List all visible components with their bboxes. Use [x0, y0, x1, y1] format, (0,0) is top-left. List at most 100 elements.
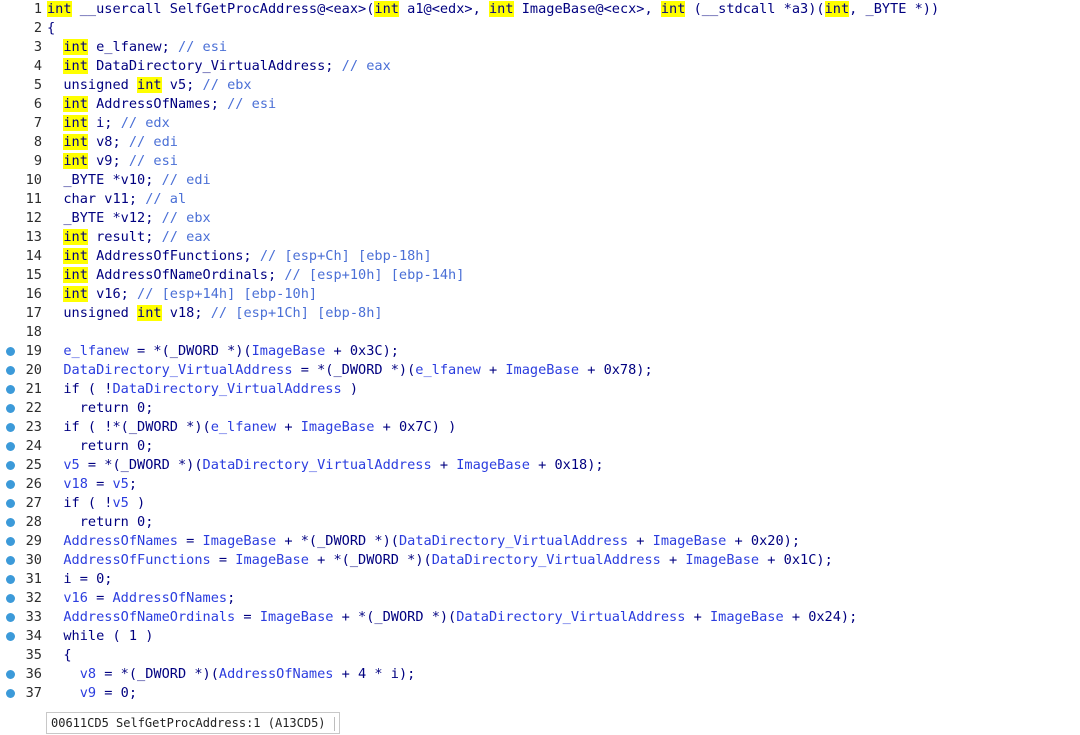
code-line[interactable]: 9 int v9; // esi	[0, 152, 1080, 171]
code-variable: AddressOfNames	[63, 533, 178, 549]
line-number: 32	[25, 590, 42, 606]
code-line[interactable]: 22 return 0;	[0, 399, 1080, 418]
code-text[interactable]: int AddressOfNameOrdinals; // [esp+10h] …	[47, 266, 1080, 285]
code-text[interactable]: int v8; // edi	[47, 133, 1080, 152]
code-token: + 4 * i);	[333, 666, 416, 682]
code-line[interactable]: 15 int AddressOfNameOrdinals; // [esp+10…	[0, 266, 1080, 285]
code-line[interactable]: 36 v8 = *(_DWORD *)(AddressOfNames + 4 *…	[0, 665, 1080, 684]
line-number: 3	[33, 39, 42, 55]
code-text[interactable]: int e_lfanew; // esi	[47, 38, 1080, 57]
code-line[interactable]: 7 int i; // edx	[0, 114, 1080, 133]
code-line[interactable]: 19 e_lfanew = *(_DWORD *)(ImageBase + 0x…	[0, 342, 1080, 361]
code-text[interactable]: int AddressOfNames; // esi	[47, 95, 1080, 114]
code-text[interactable]: int v16; // [esp+14h] [ebp-10h]	[47, 285, 1080, 304]
code-line[interactable]: 5 unsigned int v5; // ebx	[0, 76, 1080, 95]
code-line[interactable]: 11 char v11; // al	[0, 190, 1080, 209]
code-line[interactable]: 32 v16 = AddressOfNames;	[0, 589, 1080, 608]
code-line[interactable]: 34 while ( 1 )	[0, 627, 1080, 646]
code-token: )	[128, 495, 146, 511]
code-text[interactable]: v8 = *(_DWORD *)(AddressOfNames + 4 * i)…	[47, 665, 1080, 684]
code-line[interactable]: 16 int v16; // [esp+14h] [ebp-10h]	[0, 285, 1080, 304]
code-text[interactable]: {	[47, 646, 1080, 665]
code-comment: // esi	[177, 39, 228, 55]
code-text[interactable]: e_lfanew = *(_DWORD *)(ImageBase + 0x3C)…	[47, 342, 1080, 361]
pseudocode-view[interactable]: 1 int __usercall SelfGetProcAddress@<eax>…	[0, 0, 1080, 710]
code-line[interactable]: 3 int e_lfanew; // esi	[0, 38, 1080, 57]
code-text[interactable]: int i; // edx	[47, 114, 1080, 133]
code-text[interactable]: unsigned int v5; // ebx	[47, 76, 1080, 95]
code-line[interactable]: 12 _BYTE *v12; // ebx	[0, 209, 1080, 228]
code-token: while ( 1 )	[47, 628, 154, 644]
code-line[interactable]: 28 return 0;	[0, 513, 1080, 532]
code-token: + *(_DWORD *)(	[276, 533, 399, 549]
code-line[interactable]: 31 i = 0;	[0, 570, 1080, 589]
code-line[interactable]: 33 AddressOfNameOrdinals = ImageBase + *…	[0, 608, 1080, 627]
code-text[interactable]: int __usercall SelfGetProcAddress@<eax>(…	[47, 0, 1080, 19]
code-line[interactable]: 35 {	[0, 646, 1080, 665]
code-line[interactable]: 20 DataDirectory_VirtualAddress = *(_DWO…	[0, 361, 1080, 380]
code-line[interactable]: 25 v5 = *(_DWORD *)(DataDirectory_Virtua…	[0, 456, 1080, 475]
code-text[interactable]: int DataDirectory_VirtualAddress; // eax	[47, 57, 1080, 76]
code-text[interactable]: int v9; // esi	[47, 152, 1080, 171]
code-line[interactable]: 24 return 0;	[0, 437, 1080, 456]
code-text[interactable]: AddressOfFunctions = ImageBase + *(_DWOR…	[47, 551, 1080, 570]
line-number: 4	[33, 58, 42, 74]
code-text[interactable]: AddressOfNames = ImageBase + *(_DWORD *)…	[47, 532, 1080, 551]
code-text[interactable]: DataDirectory_VirtualAddress = *(_DWORD …	[47, 361, 1080, 380]
code-text[interactable]: v9 = 0;	[47, 684, 1080, 703]
code-line[interactable]: 30 AddressOfFunctions = ImageBase + *(_D…	[0, 551, 1080, 570]
highlighted-keyword: int	[137, 77, 162, 93]
code-text[interactable]: char v11; // al	[47, 190, 1080, 209]
code-comment: // ebx	[202, 77, 252, 93]
code-text[interactable]: int result; // eax	[47, 228, 1080, 247]
code-text[interactable]: return 0;	[47, 399, 1080, 418]
code-line[interactable]: 8 int v8; // edi	[0, 133, 1080, 152]
code-line[interactable]: 18	[0, 323, 1080, 342]
code-line[interactable]: 29 AddressOfNames = ImageBase + *(_DWORD…	[0, 532, 1080, 551]
code-line[interactable]: 2{	[0, 19, 1080, 38]
code-line[interactable]: 27 if ( !v5 )	[0, 494, 1080, 513]
highlighted-keyword: int	[47, 1, 72, 17]
code-text[interactable]: if ( !*(_DWORD *)(e_lfanew + ImageBase +…	[47, 418, 1080, 437]
code-text[interactable]: if ( !DataDirectory_VirtualAddress )	[47, 380, 1080, 399]
code-variable: ImageBase	[259, 609, 334, 625]
code-token: if ( !*(_DWORD *)(	[47, 419, 211, 435]
code-text[interactable]: int AddressOfFunctions; // [esp+Ch] [ebp…	[47, 247, 1080, 266]
code-line[interactable]: 37 v9 = 0;	[0, 684, 1080, 703]
code-line[interactable]: 4 int DataDirectory_VirtualAddress; // e…	[0, 57, 1080, 76]
code-line[interactable]: 1 int __usercall SelfGetProcAddress@<eax>…	[0, 0, 1080, 19]
highlighted-keyword: int	[63, 153, 88, 169]
code-text[interactable]: _BYTE *v10; // edi	[47, 171, 1080, 190]
code-token: a1@<edx>,	[398, 1, 489, 17]
code-text[interactable]: v5 = *(_DWORD *)(DataDirectory_VirtualAd…	[47, 456, 1080, 475]
code-line[interactable]: 10 _BYTE *v10; // edi	[0, 171, 1080, 190]
code-line[interactable]: 13 int result; // eax	[0, 228, 1080, 247]
code-line[interactable]: 6 int AddressOfNames; // esi	[0, 95, 1080, 114]
code-variable: AddressOfFunctions	[63, 552, 211, 568]
code-text[interactable]: return 0;	[47, 513, 1080, 532]
code-line[interactable]: 17 unsigned int v18; // [esp+1Ch] [ebp-8…	[0, 304, 1080, 323]
code-variable: ImageBase	[685, 552, 760, 568]
code-line[interactable]: 14 int AddressOfFunctions; // [esp+Ch] […	[0, 247, 1080, 266]
code-text[interactable]: unsigned int v18; // [esp+1Ch] [ebp-8h]	[47, 304, 1080, 323]
code-text[interactable]: AddressOfNameOrdinals = ImageBase + *(_D…	[47, 608, 1080, 627]
code-text[interactable]: i = 0;	[47, 570, 1080, 589]
code-text[interactable]: {	[47, 19, 1080, 38]
status-bar: 00611CD5 SelfGetProcAddress:1 (A13CD5)	[46, 712, 340, 734]
code-text[interactable]: v16 = AddressOfNames;	[47, 589, 1080, 608]
code-variable: DataDirectory_VirtualAddress	[63, 362, 293, 378]
code-token: v5;	[161, 77, 203, 93]
code-line[interactable]: 21 if ( !DataDirectory_VirtualAddress )	[0, 380, 1080, 399]
code-variable: DataDirectory_VirtualAddress	[398, 533, 629, 549]
code-text[interactable]: _BYTE *v12; // ebx	[47, 209, 1080, 228]
code-text[interactable]: while ( 1 )	[47, 627, 1080, 646]
code-line[interactable]: 26 v18 = v5;	[0, 475, 1080, 494]
code-line[interactable]: 23 if ( !*(_DWORD *)(e_lfanew + ImageBas…	[0, 418, 1080, 437]
code-text[interactable]: if ( !v5 )	[47, 494, 1080, 513]
code-variable: ImageBase	[300, 419, 375, 435]
code-text[interactable]: return 0;	[47, 437, 1080, 456]
code-text[interactable]: v18 = v5;	[47, 475, 1080, 494]
